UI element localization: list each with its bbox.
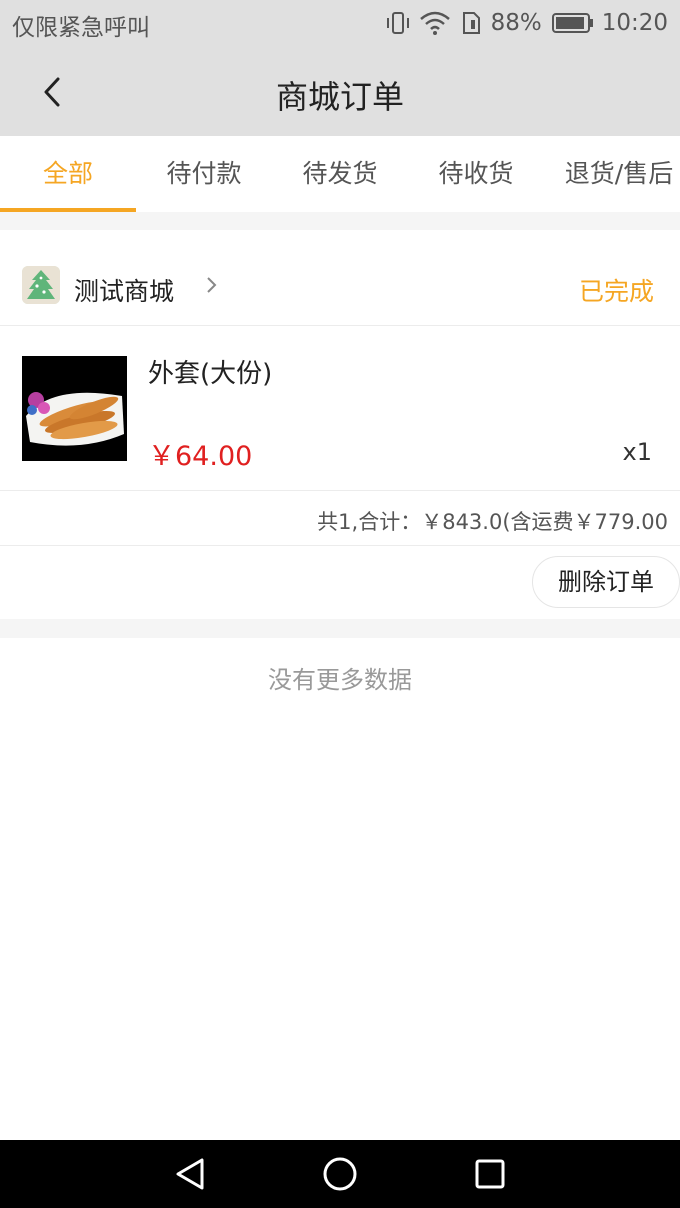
battery-percent: 88% [490,10,542,36]
circle-home-icon [323,1157,357,1191]
order-tabs: 全部 待付款 待发货 待收货 退货/售后 [0,136,680,212]
shop-name[interactable]: 测试商城 [74,272,174,308]
triangle-back-icon [176,1158,204,1190]
vibrate-icon [385,11,411,35]
order-status: 已完成 [578,277,654,306]
chevron-right-icon [204,275,218,299]
system-home-button[interactable] [320,1154,360,1194]
product-quantity: x1 [622,438,652,466]
section-divider [0,619,680,638]
no-more-data-text: 没有更多数据 [268,666,412,694]
product-price: ￥64.00 [148,441,253,472]
tab-pending-receipt[interactable]: 待收货 [408,136,544,212]
order-actions: 删除订单 [0,546,680,619]
header-bar: 商城订单 [0,48,680,136]
clock: 10:20 [601,10,668,36]
tab-pending-shipment[interactable]: 待发货 [272,136,408,212]
status-icons: 88% 10:20 [385,8,668,38]
system-back-button[interactable] [170,1154,210,1194]
tab-pending-payment[interactable]: 待付款 [136,136,272,212]
section-divider [0,212,680,230]
carrier-text: 仅限紧急呼叫 [12,15,150,41]
battery-icon [551,12,594,34]
square-recents-icon [475,1159,505,1189]
product-image [22,356,127,461]
order-product[interactable]: 外套(大份) ￥64.00 x1 [0,326,680,491]
delete-order-button[interactable]: 删除订单 [532,556,680,608]
order-shop-header[interactable]: 测试商城 已完成 [0,230,680,326]
shop-avatar [22,266,60,304]
product-name: 外套(大份) [148,359,273,389]
wifi-icon [419,11,451,35]
order-total-text: 共1,合计：￥843.0(含运费￥779.00 [317,510,668,534]
page-title: 商城订单 [275,78,404,116]
status-bar: 仅限紧急呼叫 88% 10:20 [0,0,680,48]
order-summary: 共1,合计：￥843.0(含运费￥779.00 [0,491,680,546]
tab-all[interactable]: 全部 [0,136,136,212]
tab-refund-aftersale[interactable]: 退货/售后 [544,136,680,212]
sim-icon [459,11,483,35]
system-recents-button[interactable] [470,1154,510,1194]
system-navigation-bar [0,1140,680,1208]
